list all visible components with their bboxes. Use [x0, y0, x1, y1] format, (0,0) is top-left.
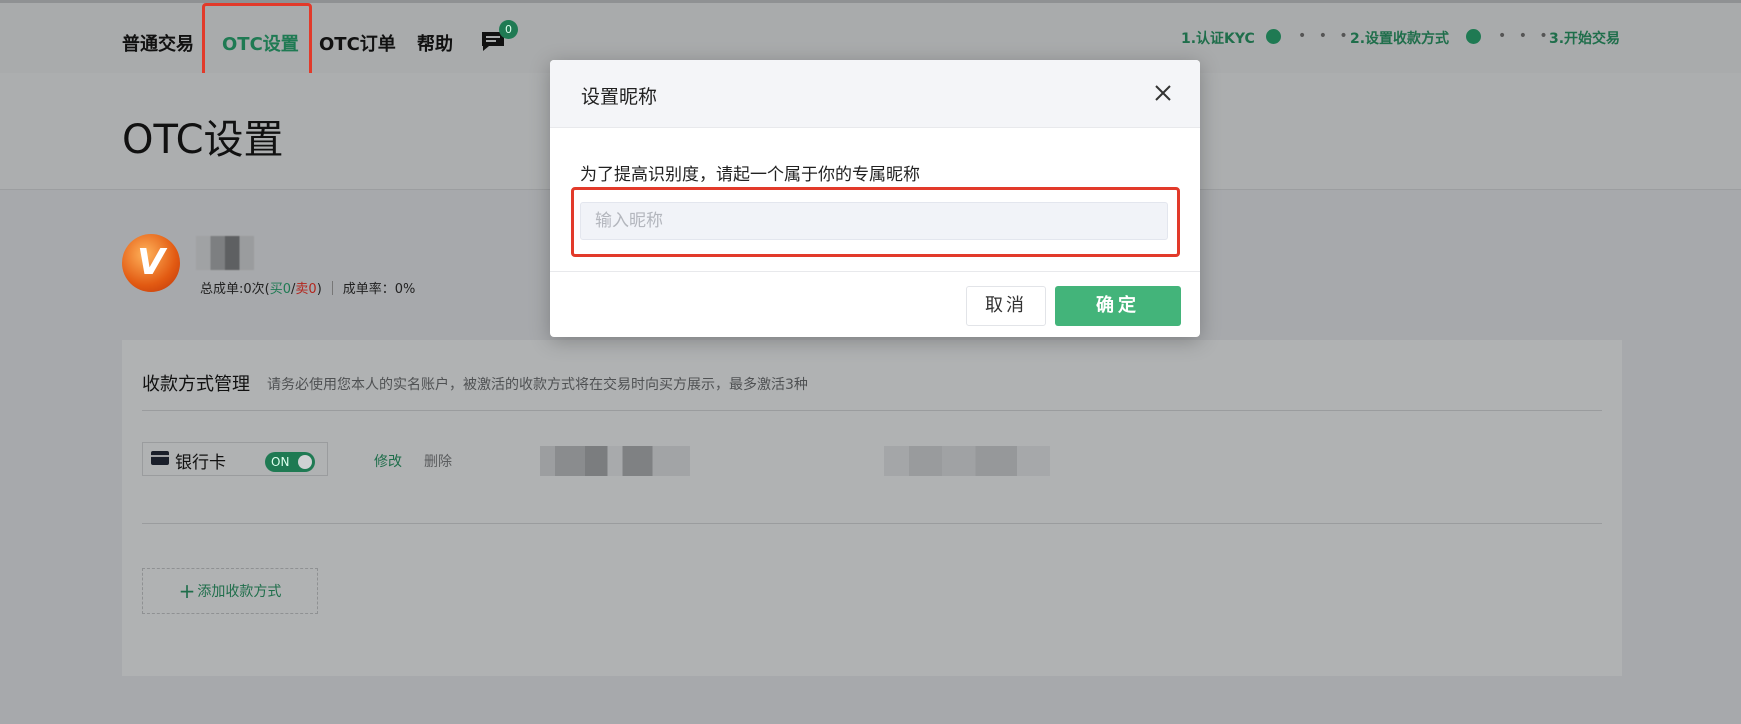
step-payment-done-dot: [1466, 29, 1481, 44]
page-title: OTC设置: [122, 117, 284, 163]
stats-prefix: 总成单:0次(: [200, 282, 270, 297]
highlight-box-nickname-input: [571, 187, 1180, 257]
avatar: V: [122, 234, 180, 292]
blurred-username: [196, 236, 254, 270]
step-kyc: 1.认证KYC: [1181, 31, 1255, 47]
add-payment-label: 添加收款方式: [197, 584, 282, 600]
edit-link[interactable]: 修改: [374, 451, 402, 471]
nav-item-normal-trade[interactable]: 普通交易: [122, 30, 194, 56]
dialog-header: 设置昵称: [550, 60, 1200, 128]
blurred-account-name: [540, 446, 690, 476]
bank-card-icon: [151, 451, 169, 465]
close-icon[interactable]: [1154, 84, 1172, 102]
payment-panel-hint: 请务必使用您本人的实名账户，被激活的收款方式将在交易时向买方展示，最多激活3种: [267, 377, 808, 393]
stats-suffix: ): [316, 282, 322, 297]
dialog-description: 为了提高识别度，请起一个属于你的专属昵称: [580, 165, 920, 185]
toggle-knob: [298, 455, 312, 469]
divider: [142, 523, 1602, 524]
divider: [142, 410, 1602, 411]
step-separator: • • •: [1498, 28, 1552, 44]
step-start-trading: 3.开始交易: [1549, 31, 1621, 47]
divider: [550, 271, 1200, 272]
bank-card-toggle[interactable]: ON: [265, 452, 315, 472]
toggle-label: ON: [271, 455, 290, 469]
payment-panel-title: 收款方式管理: [142, 374, 250, 395]
confirm-button[interactable]: 确定: [1055, 286, 1181, 326]
bank-card-method: 银行卡 ON: [142, 442, 328, 476]
step-kyc-done-dot: [1266, 29, 1281, 44]
order-stats: 总成单:0次(买0/卖0) 成单率：0%: [200, 278, 415, 297]
bank-card-label: 银行卡: [175, 453, 226, 473]
highlight-box-otc-settings: [202, 3, 312, 81]
cancel-button[interactable]: 取消: [966, 286, 1046, 326]
nav-item-help[interactable]: 帮助: [417, 30, 453, 56]
completion-rate: 成单率：0%: [342, 282, 416, 297]
nav-item-otc-orders[interactable]: OTC订单: [319, 30, 396, 56]
delete-link[interactable]: 删除: [424, 451, 452, 471]
message-count-badge: 0: [499, 20, 518, 39]
blurred-account-number: [884, 446, 1050, 476]
stats-divider: [331, 281, 333, 295]
stats-buy: 买0: [269, 282, 292, 297]
dialog-title: 设置昵称: [581, 86, 658, 108]
stats-sell: 卖0: [295, 282, 317, 297]
payment-method-panel: 收款方式管理 请务必使用您本人的实名账户，被激活的收款方式将在交易时向买方展示，…: [122, 340, 1622, 676]
step-payment-method: 2.设置收款方式: [1350, 31, 1450, 47]
plus-icon: +: [178, 579, 196, 603]
add-payment-method-button[interactable]: + 添加收款方式: [142, 568, 318, 614]
step-separator: • • •: [1298, 28, 1352, 44]
